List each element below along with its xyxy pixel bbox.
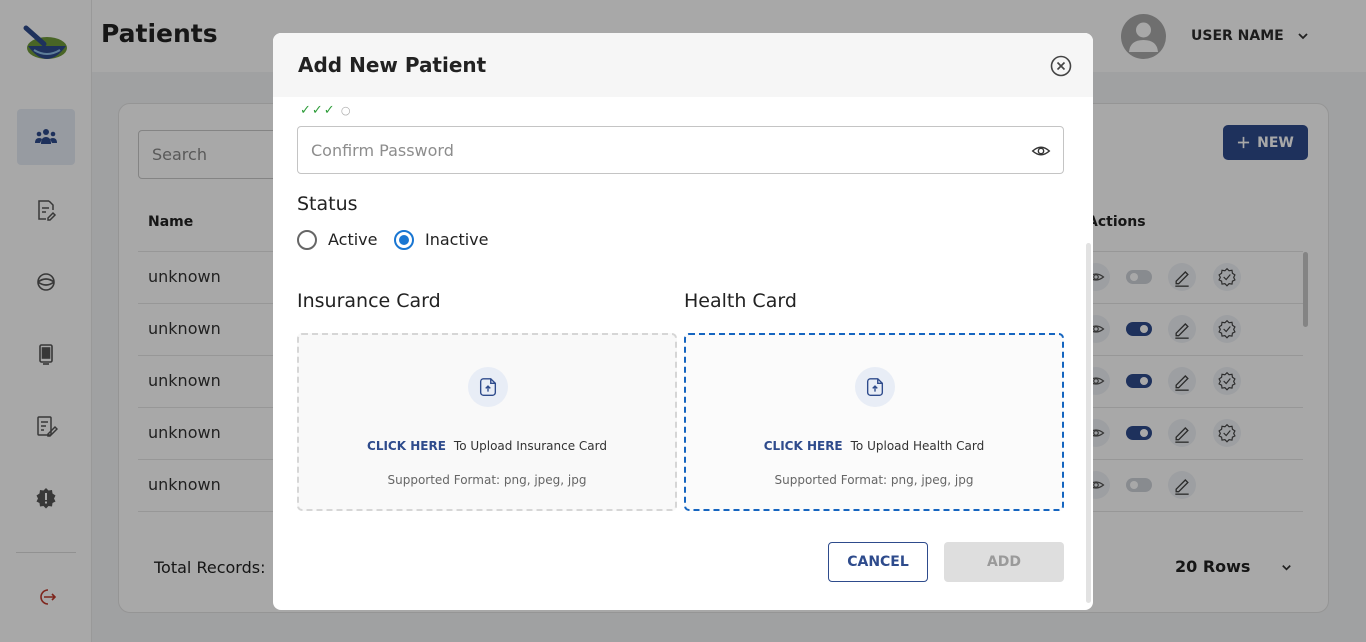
health-supported-format: Supported Format: png, jpeg, jpg (774, 473, 974, 487)
health-upload-text: CLICK HERE To Upload Health Card (686, 439, 1062, 453)
confirm-password-field[interactable] (297, 126, 1064, 174)
upload-icon (468, 367, 508, 407)
insurance-click-here-link[interactable]: CLICK HERE (367, 439, 446, 453)
status-active-label[interactable]: Active (328, 230, 378, 249)
password-strength-checks: ✓✓✓ (300, 103, 336, 118)
insurance-upload-label: To Upload Insurance Card (453, 439, 607, 453)
insurance-card-dropzone[interactable]: CLICK HERE To Upload Insurance Card Suppo… (297, 333, 677, 511)
health-card-title: Health Card (684, 290, 797, 312)
modal-scrollbar[interactable] (1086, 243, 1091, 603)
modal-title: Add New Patient (298, 53, 487, 77)
password-strength-empty: ○ (340, 104, 352, 117)
insurance-card-title: Insurance Card (297, 290, 441, 312)
password-strength-indicator: ✓✓✓ ○ (300, 103, 351, 118)
insurance-supported-format: Supported Format: png, jpeg, jpg (387, 473, 587, 487)
health-click-here-link[interactable]: CLICK HERE (764, 439, 843, 453)
modal-header: Add New Patient (273, 33, 1093, 97)
upload-icon (855, 367, 895, 407)
confirm-password-input[interactable] (311, 138, 1011, 162)
status-label: Status (297, 193, 358, 215)
insurance-upload-text: CLICK HERE To Upload Insurance Card (299, 439, 675, 453)
status-inactive-radio[interactable] (394, 230, 414, 250)
close-icon[interactable] (1049, 54, 1073, 78)
eye-icon[interactable] (1031, 141, 1051, 161)
add-patient-modal: Add New Patient ✓✓✓ ○ Status Active Inac… (273, 33, 1093, 610)
status-inactive-label[interactable]: Inactive (425, 230, 489, 249)
cancel-button[interactable]: CANCEL (828, 542, 928, 582)
add-button[interactable]: ADD (944, 542, 1064, 582)
health-card-dropzone[interactable]: CLICK HERE To Upload Health Card Supporte… (684, 333, 1064, 511)
status-active-radio[interactable] (297, 230, 317, 250)
health-upload-label: To Upload Health Card (850, 439, 985, 453)
